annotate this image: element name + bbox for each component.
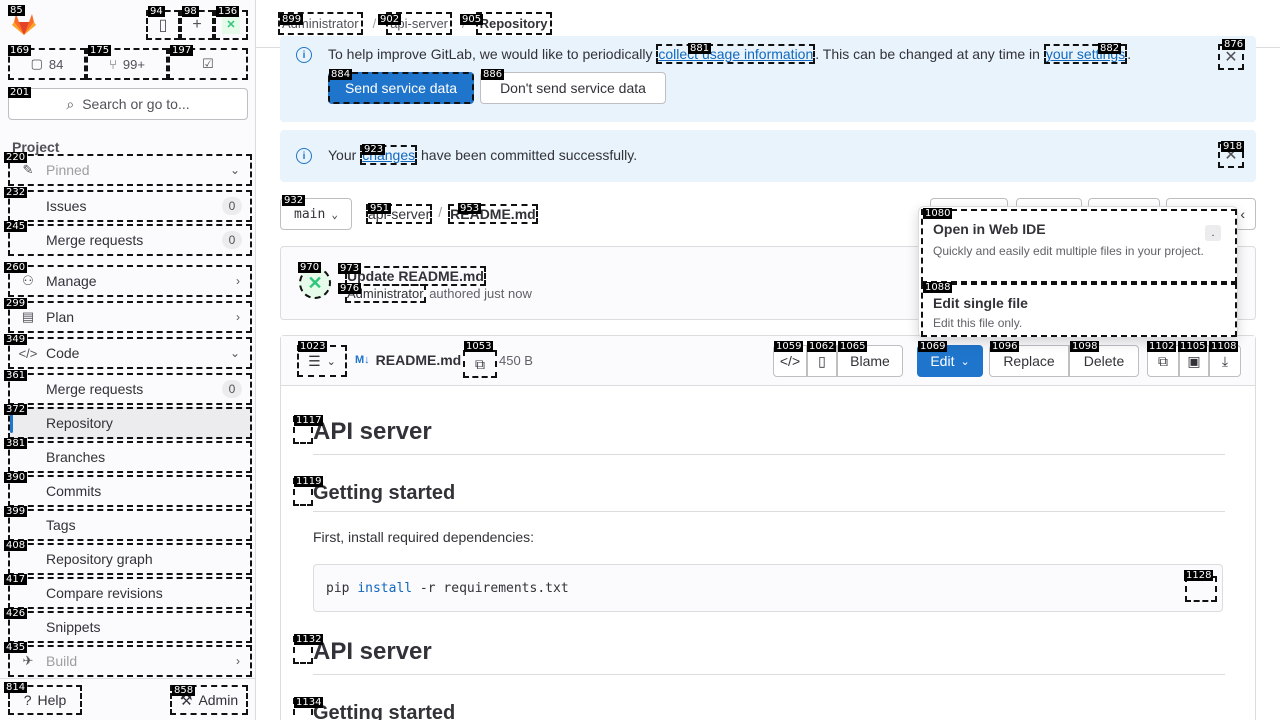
todo-icon: ☑ <box>202 56 214 71</box>
sidebar-item-code-merge-requests[interactable]: Merge requests 0 <box>8 373 252 405</box>
file-header: ☰ ⌄ M↓ README.md ⧉ 450 B </> ▯ Blame Edi… <box>281 336 1255 386</box>
question-icon: ? <box>23 692 32 708</box>
sidebar-footer: ? Help ⚒ Admin <box>0 678 255 720</box>
chevron-right-icon: › <box>236 310 240 324</box>
search-button[interactable]: ⌕ Search or go to... <box>8 88 248 120</box>
close-icon: ✕ <box>1224 49 1238 66</box>
list-icon: ☰ <box>308 352 321 369</box>
info-icon: i <box>296 47 312 63</box>
usage-alert-text: To help improve GitLab, we would like to… <box>328 44 1132 64</box>
raw-file-icon: ▣ <box>1187 352 1201 369</box>
sidebar-toggle-icon: ▯ <box>158 17 168 34</box>
document-icon: ▯ <box>818 352 826 369</box>
sidebar-item-branches[interactable]: Branches <box>8 441 252 473</box>
issues-icon: ▢ <box>30 56 43 71</box>
merge-request-icon: ⑂ <box>109 56 117 72</box>
file-path: api-server / README.md <box>366 204 538 224</box>
sidebar-item-code[interactable]: </> Code ⌄ <box>8 337 252 369</box>
sidebar-item-snippets[interactable]: Snippets <box>8 611 252 643</box>
breadcrumb-separator: / <box>372 16 377 31</box>
sidebar-item-manage[interactable]: ⚇ Manage › <box>8 265 252 297</box>
breadcrumb-item-repository[interactable]: Repository <box>475 12 552 35</box>
sidebar-item-tags[interactable]: Tags <box>8 509 252 541</box>
path-separator: / <box>438 204 443 220</box>
copy-path-button[interactable]: ⧉ <box>463 350 497 378</box>
heading-2: Getting started <box>313 702 1225 720</box>
chevron-down-icon: ⌄ <box>229 163 240 177</box>
collect-usage-link[interactable]: collect usage information <box>656 44 816 64</box>
markdown-icon: M↓ <box>355 354 370 366</box>
paragraph: First, install required dependencies: <box>313 529 535 545</box>
commit-meta: Administrator authored just now <box>345 284 532 303</box>
chevron-right-icon: › <box>236 274 240 288</box>
sidebar-item-build[interactable]: ✈ Build › <box>8 645 252 677</box>
file-viewer: ☰ ⌄ M↓ README.md ⧉ 450 B </> ▯ Blame Edi… <box>280 335 1256 720</box>
calendar-icon: ▤ <box>21 309 35 324</box>
merge-requests-count-badge: 0 <box>222 231 242 249</box>
plus-icon: + <box>192 16 202 33</box>
users-icon: ⚇ <box>22 273 34 288</box>
commit-title-link[interactable]: Update README.md <box>345 266 486 286</box>
heading-2: Getting started <box>313 482 1225 512</box>
heading-1: API server <box>313 638 1225 675</box>
sidebar-item-pinned[interactable]: ✎ Pinned ⌄ <box>8 154 252 186</box>
sidebar-item-repository[interactable]: Repository <box>8 407 252 439</box>
file-size: 450 B <box>499 353 533 368</box>
open-in-web-ide-item[interactable]: Open in Web IDE Quickly and easily edit … <box>921 209 1237 283</box>
chevron-right-icon: › <box>236 654 240 668</box>
copy-icon: ⧉ <box>475 355 485 372</box>
chevron-down-icon: ⌄ <box>326 355 336 368</box>
sidebar-item-commits[interactable]: Commits <box>8 475 252 507</box>
heading-1: API server <box>313 418 1225 455</box>
code-merge-requests-count-badge: 0 <box>222 380 242 398</box>
shortcut-key: . <box>1205 225 1221 241</box>
code-block: pip install -r requirements.txt <box>313 564 1223 612</box>
code-icon: </> <box>779 353 801 369</box>
info-icon: i <box>296 148 312 164</box>
edit-dropdown-menu: Open in Web IDE Quickly and easily edit … <box>918 206 1238 338</box>
sidebar-item-merge-requests[interactable]: Merge requests 0 <box>8 224 252 256</box>
sidebar-item-plan[interactable]: ▤ Plan › <box>8 301 252 333</box>
sidebar: 85 ▯ 94 + 98 ✕ 136 ▢ 84 169 ⑂ 99+ 175 ☑ … <box>0 0 256 720</box>
file-name: M↓ README.md <box>355 352 462 368</box>
chevron-down-icon: ⌄ <box>331 207 338 221</box>
dont-send-service-data-button[interactable]: Don't send service data <box>480 72 666 104</box>
issues-count-badge: 0 <box>222 197 242 215</box>
download-icon: ⤓ <box>1221 352 1229 369</box>
chevron-down-icon: ⌄ <box>229 346 240 360</box>
code-icon: </> <box>18 345 38 361</box>
search-icon: ⌕ <box>66 95 75 112</box>
edit-single-file-item[interactable]: Edit single file Edit this file only. <box>921 283 1237 337</box>
sidebar-item-repository-graph[interactable]: Repository graph <box>8 543 252 575</box>
copy-icon: ⧉ <box>1158 352 1168 369</box>
chevron-right-icon: ‹ <box>1240 206 1245 222</box>
chevron-down-icon: ⌄ <box>960 355 970 368</box>
sidebar-item-compare-revisions[interactable]: Compare revisions <box>8 577 252 609</box>
pin-icon: ✎ <box>22 162 34 177</box>
sidebar-item-issues[interactable]: Issues 0 <box>8 190 252 222</box>
avatar: ✕ <box>222 16 240 34</box>
rocket-icon: ✈ <box>22 653 34 668</box>
commit-success-alert: i Your changes have been committed succe… <box>280 130 1256 182</box>
